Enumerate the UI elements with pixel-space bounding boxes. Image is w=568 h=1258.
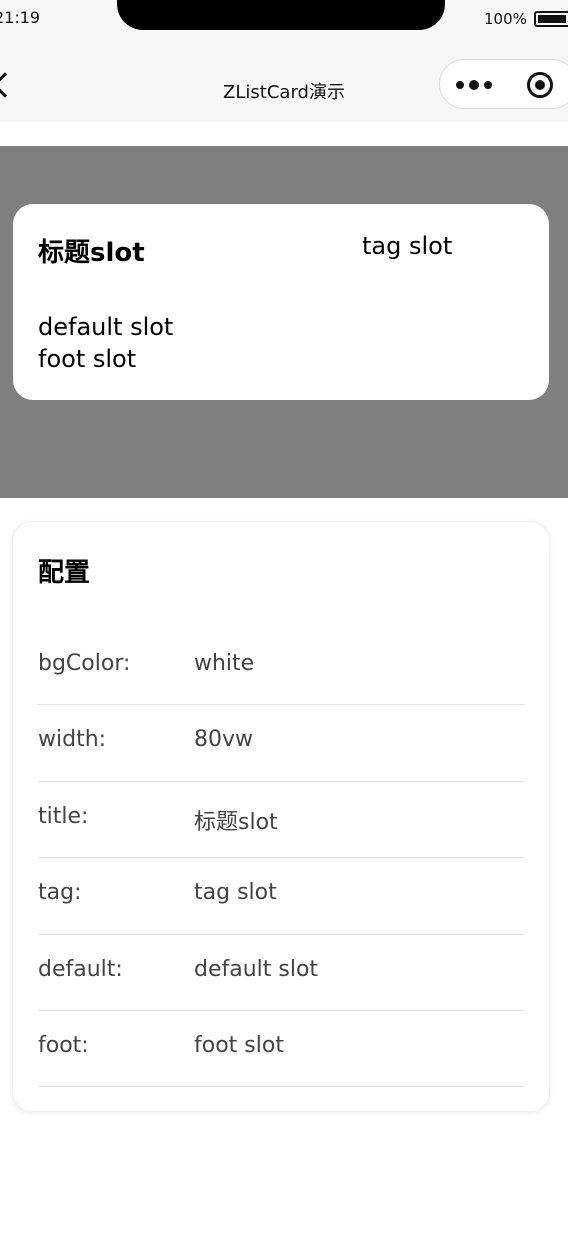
config-value: 标题slot [194,809,278,835]
card-tag-slot: tag slot [362,232,453,260]
demo-area: 标题slot tag slot default slot foot slot [0,146,568,498]
config-key: foot: [38,1032,89,1058]
config-card: 配置 bgColor: white width: 80vw title: 标题s… [12,521,550,1112]
config-row-tag: tag: tag slot [38,858,525,935]
config-value: tag slot [194,880,277,906]
config-key: title: [38,803,89,829]
zlistcard-demo: 标题slot tag slot default slot foot slot [13,204,549,400]
battery-percentage: 100% [484,10,527,28]
config-value: 80vw [194,727,254,753]
card-foot-slot: foot slot [38,345,137,373]
config-key: tag: [38,880,82,906]
target-icon[interactable] [527,72,553,98]
config-row-width: width: 80vw [38,705,525,782]
battery-icon [534,11,568,27]
status-bar: 21:19 100% [0,0,568,40]
config-row-default: default: default slot [38,935,525,1011]
card-default-slot: default slot [38,313,174,341]
config-key: bgColor: [38,651,131,676]
config-key: width: [38,727,107,753]
navigation-bar: ZListCard演示 [0,40,568,122]
config-value: foot slot [194,1032,284,1058]
config-title: 配置 [38,558,91,588]
config-key: default: [38,956,123,982]
config-list: bgColor: white width: 80vw title: 标题slot… [38,629,525,1088]
config-value: white [194,651,255,676]
mini-program-capsule [439,59,568,109]
config-row-title: title: 标题slot [38,782,525,859]
config-value: default slot [194,956,319,982]
device-notch [117,0,445,30]
status-time: 21:19 [0,8,41,27]
more-dots-icon[interactable] [456,80,492,90]
config-row-bgcolor: bgColor: white [38,629,525,706]
card-title-slot: 标题slot [38,238,145,268]
config-row-foot: foot: foot slot [38,1011,525,1088]
